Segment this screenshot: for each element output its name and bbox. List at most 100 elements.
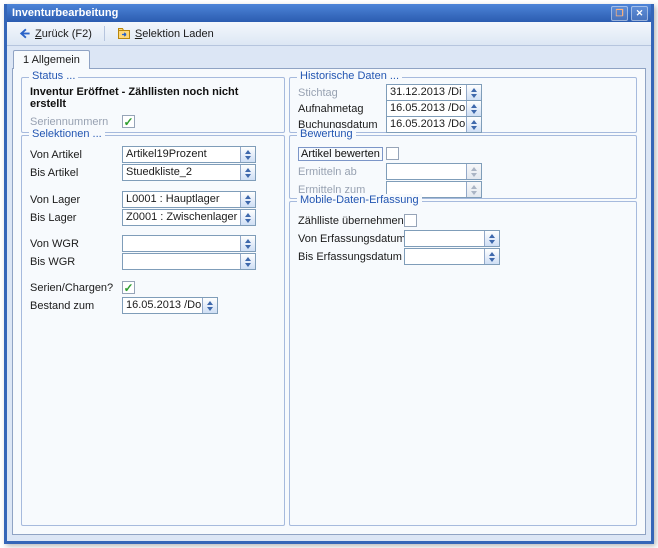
row-stichtag: Stichtag 31.12.2013 /Di: [298, 85, 628, 100]
bis-lager-combo[interactable]: Z0001 : Zwischenlager: [122, 209, 256, 226]
aufnahmetag-label: Aufnahmetag: [298, 103, 386, 115]
artikel-bewerten-label: Artikel bewerten: [298, 147, 383, 161]
von-artikel-combo[interactable]: Artikel19Prozent: [122, 146, 256, 163]
row-bestand-zum: Bestand zum 16.05.2013 /Do: [30, 297, 276, 314]
bis-wgr-value: [123, 254, 240, 269]
von-wgr-spinner[interactable]: [240, 236, 255, 251]
window-title: Inventurbearbeitung: [12, 7, 118, 19]
ermitteln-ab-field: [386, 163, 482, 180]
back-button[interactable]: Zurück (F2): [11, 24, 99, 43]
row-bis-wgr: Bis WGR: [30, 253, 276, 270]
buchungsdatum-value: 16.05.2013 /Do: [387, 117, 466, 132]
von-wgr-combo[interactable]: [122, 235, 256, 252]
group-historische-daten: Historische Daten ... Stichtag 31.12.201…: [289, 77, 637, 133]
bestand-zum-date-field[interactable]: 16.05.2013 /Do: [122, 297, 218, 314]
window-titlebar[interactable]: Inventurbearbeitung ❐ ✕: [7, 4, 651, 22]
row-von-lager: Von Lager L0001 : Hauptlager: [30, 191, 276, 208]
buchungsdatum-spinner[interactable]: [466, 117, 481, 132]
artikel-bewerten-checkbox[interactable]: [386, 147, 399, 160]
group-mobile-daten-erfassung: Mobile-Daten-Erfassung Zählliste überneh…: [289, 201, 637, 526]
group-historische-daten-title: Historische Daten ...: [297, 70, 402, 82]
row-serien-chargen: Serien/Chargen? ✓: [30, 279, 276, 296]
load-selection-button[interactable]: Selektion Laden: [110, 24, 221, 43]
zaehlliste-uebernehmen-label: Zählliste übernehmen: [298, 215, 404, 227]
row-ermitteln-ab: Ermitteln ab: [298, 163, 628, 180]
stichtag-label: Stichtag: [298, 87, 386, 99]
row-von-wgr: Von WGR: [30, 235, 276, 252]
allgemein-panel: Status ... Inventur Eröffnet - Zählliste…: [12, 68, 646, 535]
load-selection-label: Selektion Laden: [135, 28, 214, 40]
bis-artikel-label: Bis Artikel: [30, 167, 122, 179]
aufnahmetag-date-field[interactable]: 16.05.2013 /Do: [386, 100, 482, 117]
von-erfassungsdatum-label: Von Erfassungsdatum: [298, 233, 404, 245]
von-lager-spinner[interactable]: [240, 192, 255, 207]
bis-artikel-spinner[interactable]: [240, 165, 255, 180]
bis-artikel-combo[interactable]: Stuedkliste_2: [122, 164, 256, 181]
bis-erfassungsdatum-field[interactable]: [404, 248, 500, 265]
zaehlliste-uebernehmen-checkbox[interactable]: [404, 214, 417, 227]
aufnahmetag-spinner[interactable]: [466, 101, 481, 116]
von-lager-combo[interactable]: L0001 : Hauptlager: [122, 191, 256, 208]
bestand-zum-spinner[interactable]: [202, 298, 217, 313]
stichtag-spinner[interactable]: [466, 85, 481, 100]
close-window-button[interactable]: ✕: [631, 6, 648, 21]
back-button-label: Zurück (F2): [35, 28, 92, 40]
group-bewertung: Bewertung Artikel bewerten Ermitteln ab: [289, 135, 637, 199]
tab-strip: 1 Allgemein: [7, 46, 651, 68]
seriennummern-label: Seriennummern: [30, 116, 122, 128]
von-lager-value: L0001 : Hauptlager: [123, 192, 240, 207]
bis-lager-label: Bis Lager: [30, 212, 122, 224]
von-wgr-value: [123, 236, 240, 251]
ermitteln-ab-label: Ermitteln ab: [298, 166, 386, 178]
von-erfassungsdatum-spinner[interactable]: [484, 231, 499, 246]
bis-wgr-label: Bis WGR: [30, 256, 122, 268]
tab-allgemein[interactable]: 1 Allgemein: [13, 50, 90, 69]
toolbar: Zurück (F2) Selektion Laden: [7, 22, 651, 46]
status-message: Inventur Eröffnet - Zähllisten noch nich…: [30, 86, 276, 110]
von-artikel-value: Artikel19Prozent: [123, 147, 240, 162]
serien-chargen-checkbox[interactable]: ✓: [122, 281, 135, 294]
von-wgr-label: Von WGR: [30, 238, 122, 250]
group-status: Status ... Inventur Eröffnet - Zählliste…: [21, 77, 285, 133]
bis-erfassungsdatum-spinner[interactable]: [484, 249, 499, 264]
bis-wgr-combo[interactable]: [122, 253, 256, 270]
row-zaehlliste-uebernehmen: Zählliste übernehmen: [298, 212, 628, 229]
bis-wgr-spinner[interactable]: [240, 254, 255, 269]
bis-lager-spinner[interactable]: [240, 210, 255, 225]
ermitteln-ab-spinner: [466, 164, 481, 179]
restore-window-button[interactable]: ❐: [611, 6, 628, 21]
von-artikel-label: Von Artikel: [30, 149, 122, 161]
titlebar-buttons: ❐ ✕: [611, 6, 651, 21]
ermitteln-zum-spinner: [466, 182, 481, 197]
stichtag-value: 31.12.2013 /Di: [387, 85, 466, 100]
inventur-window: Inventurbearbeitung ❐ ✕ Zurück (F2) Sele…: [4, 4, 654, 544]
buchungsdatum-date-field[interactable]: 16.05.2013 /Do: [386, 116, 482, 133]
bis-artikel-value: Stuedkliste_2: [123, 165, 240, 180]
group-selektionen-title: Selektionen ...: [29, 128, 105, 140]
von-artikel-spinner[interactable]: [240, 147, 255, 162]
group-status-title: Status ...: [29, 70, 78, 82]
row-bis-artikel: Bis Artikel Stuedkliste_2: [30, 164, 276, 181]
row-von-erfassungsdatum: Von Erfassungsdatum: [298, 230, 628, 247]
back-arrow-icon: [18, 27, 31, 40]
group-selektionen: Selektionen ... Von Artikel Artikel19Pro…: [21, 135, 285, 526]
toolbar-separator: [104, 26, 105, 41]
von-erfassungsdatum-field[interactable]: [404, 230, 500, 247]
load-selection-icon: [117, 27, 131, 40]
ermitteln-ab-value: [387, 164, 466, 179]
bis-erfassungsdatum-label: Bis Erfassungsdatum: [298, 251, 404, 263]
row-von-artikel: Von Artikel Artikel19Prozent: [30, 146, 276, 163]
von-lager-label: Von Lager: [30, 194, 122, 206]
von-erfassungsdatum-value: [405, 231, 484, 246]
row-bis-lager: Bis Lager Z0001 : Zwischenlager: [30, 209, 276, 226]
bestand-zum-label: Bestand zum: [30, 300, 122, 312]
bestand-zum-value: 16.05.2013 /Do: [123, 298, 202, 313]
bis-erfassungsdatum-value: [405, 249, 484, 264]
seriennummern-checkbox[interactable]: ✓: [122, 115, 135, 128]
group-mobile-title: Mobile-Daten-Erfassung: [297, 194, 422, 206]
row-artikel-bewerten: Artikel bewerten: [298, 145, 628, 162]
aufnahmetag-value: 16.05.2013 /Do: [387, 101, 466, 116]
group-bewertung-title: Bewertung: [297, 128, 356, 140]
stichtag-date-field[interactable]: 31.12.2013 /Di: [386, 84, 482, 101]
row-bis-erfassungsdatum: Bis Erfassungsdatum: [298, 248, 628, 265]
